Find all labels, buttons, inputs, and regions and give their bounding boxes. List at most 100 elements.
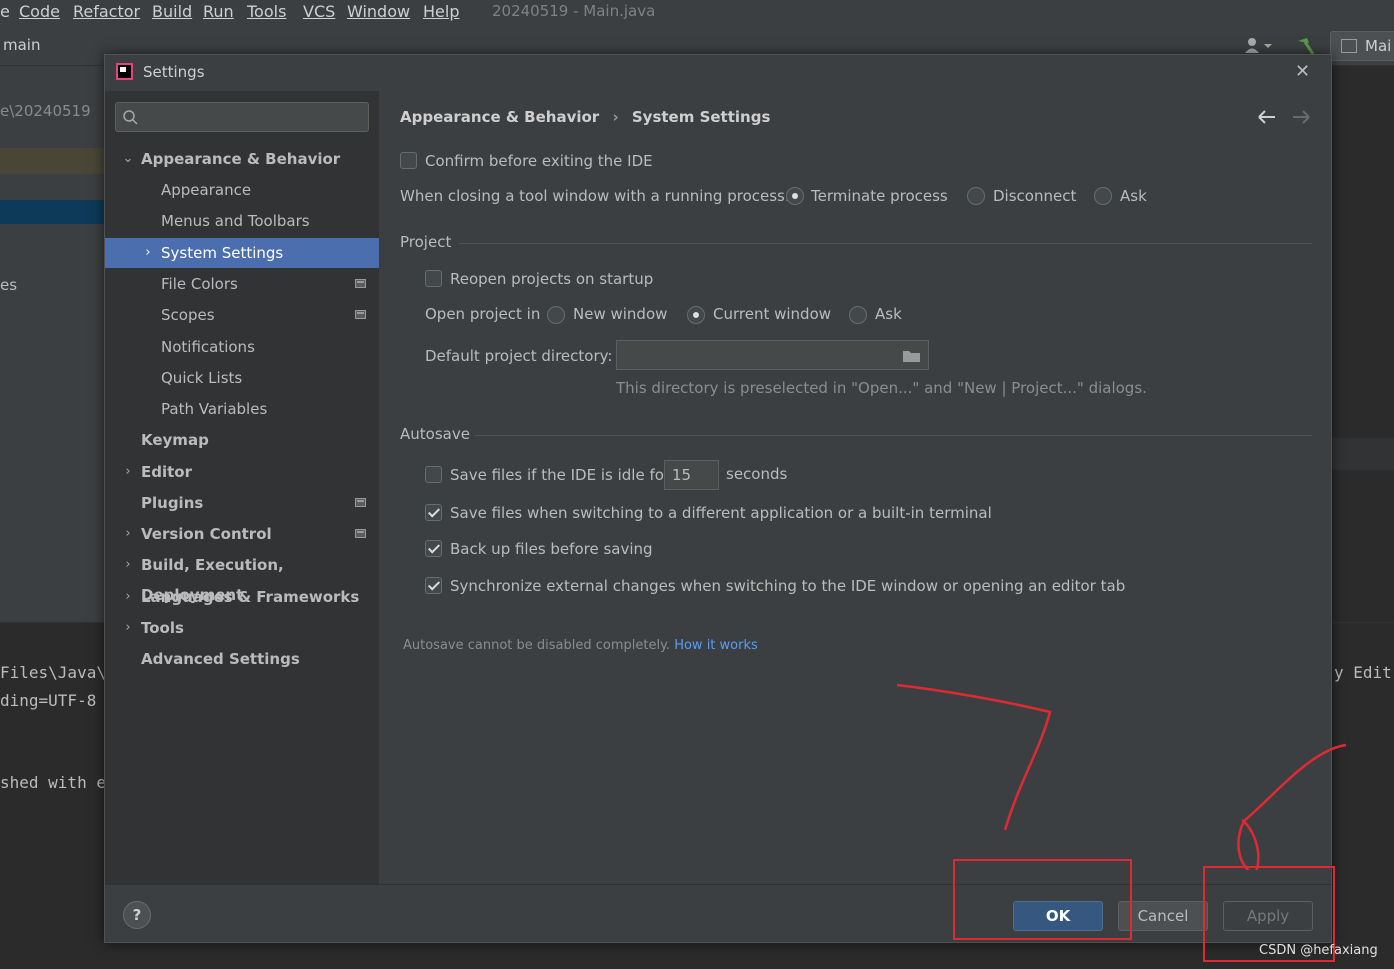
ask-open-radio[interactable] [849,306,867,324]
user-icon[interactable] [1243,36,1273,56]
ide-menubar: e Code Refactor Build Run Tools VCS Wind… [0,0,1394,24]
forward-arrow-icon[interactable] [1289,107,1313,127]
project-section-title: Project [400,233,452,251]
default-dir-label: Default project directory: [425,347,613,365]
menu-run[interactable]: Run [203,2,234,21]
idle-seconds-value: 15 [672,466,692,484]
run-config-label: Mai [1365,37,1392,55]
intellij-logo-icon [116,63,133,80]
chevron-right-icon[interactable]: › [121,519,135,549]
confirm-exit-label: Confirm before exiting the IDE [425,152,653,170]
editor-right-edge [1332,66,1394,622]
ask-open-label: Ask [875,305,902,323]
tree-path-variables[interactable]: Path Variables [105,394,379,424]
watermark-text: CSDN @hefaxiang [1259,943,1378,958]
tree-build-execution-deployment[interactable]: › Build, Execution, Deployment [105,550,379,604]
tree-languages-frameworks[interactable]: › Languages & Frameworks [105,582,379,612]
menu-build[interactable]: Build [152,2,192,21]
window-title: 20240519 - Main.java [492,2,656,20]
dialog-footer: ? OK Cancel Apply [105,884,1331,942]
help-button[interactable]: ? [123,901,151,929]
chevron-right-icon[interactable]: › [141,238,155,268]
annotation-stroke-apply [1237,743,1347,870]
seconds-label: seconds [726,465,788,483]
sync-label: Synchronize external changes when switch… [450,577,1126,595]
current-window-radio[interactable] [687,306,705,324]
closing-tool-label: When closing a tool window with a runnin… [400,187,790,205]
chevron-right-icon[interactable]: › [121,550,135,580]
annotation-strokes [896,683,1347,870]
tree-notifications[interactable]: Notifications [105,332,379,362]
menu-window[interactable]: Window [347,2,410,21]
branch-label: main [3,36,41,54]
menu-refactor[interactable]: Refactor [73,2,140,21]
chevron-right-icon[interactable]: › [121,582,135,612]
tree-version-control[interactable]: › Version Control [105,519,379,549]
dialog-title: Settings [143,63,205,81]
disconnect-radio[interactable] [967,187,985,205]
annotation-stroke-ok [896,683,1052,831]
idle-seconds-input[interactable]: 15 [664,460,719,490]
settings-sidebar: ⌄ Appearance & Behavior Appearance Menus… [105,91,379,884]
folder-icon[interactable] [902,348,922,364]
save-idle-checkbox[interactable] [425,466,442,483]
menu-help[interactable]: Help [423,2,459,21]
ask-label: Ask [1120,187,1147,205]
selected-row [0,200,104,224]
tree-appearance-behavior[interactable]: ⌄ Appearance & Behavior [105,144,379,174]
tree-editor[interactable]: › Editor [105,457,379,487]
new-window-label: New window [573,305,668,323]
tree-appearance[interactable]: Appearance [105,175,379,205]
reopen-projects-checkbox[interactable] [425,270,442,287]
dialog-titlebar[interactable]: Settings ✕ [105,55,1331,91]
backup-checkbox[interactable] [425,540,442,557]
run-config-selector[interactable]: Mai [1330,31,1394,61]
ask-radio[interactable] [1094,187,1112,205]
project-level-icon [355,529,366,538]
close-icon[interactable]: ✕ [1295,61,1310,82]
terminate-process-label: Terminate process [811,187,948,205]
confirm-exit-checkbox[interactable] [400,152,417,169]
terminate-process-radio[interactable] [786,187,804,205]
search-input[interactable] [115,102,369,132]
tree-plugins[interactable]: Plugins [105,488,379,518]
tree-quick-lists[interactable]: Quick Lists [105,363,379,393]
autosave-separator [475,435,1312,436]
current-window-label: Current window [713,305,832,323]
menu-vcs[interactable]: VCS [303,2,335,21]
tree-file-colors[interactable]: File Colors [105,269,379,299]
tree-advanced-settings[interactable]: Advanced Settings [105,644,379,674]
breadcrumb-parent[interactable]: Appearance & Behavior [400,108,599,126]
tree-keymap[interactable]: Keymap [105,425,379,455]
new-window-radio[interactable] [547,306,565,324]
ok-annotation-box [953,859,1132,940]
default-dir-hint: This directory is preselected in "Open..… [616,379,1147,397]
tree-scopes[interactable]: Scopes [105,300,379,330]
project-level-icon [355,498,366,507]
editor-band [1332,438,1394,470]
run-config-icon [1341,39,1357,53]
autosave-section-title: Autosave [400,425,470,443]
tree-system-settings[interactable]: › System Settings [105,238,379,268]
how-it-works-link[interactable]: How it works [674,638,758,653]
breadcrumb: Appearance & Behavior › System Settings [400,108,770,132]
project-path: e\20240519 [0,102,91,120]
save-switching-checkbox[interactable] [425,504,442,521]
build-hammer-icon[interactable] [1295,36,1317,56]
chevron-right-icon[interactable]: › [121,613,135,643]
chevron-down-icon[interactable]: ⌄ [121,144,135,174]
chevron-right-icon[interactable]: › [121,457,135,487]
backup-label: Back up files before saving [450,540,653,558]
menu-fragment: e [0,2,10,21]
default-dir-field[interactable] [616,340,929,370]
sync-checkbox[interactable] [425,577,442,594]
back-arrow-icon[interactable] [1255,107,1279,127]
autosave-note-text: Autosave cannot be disabled completely. [403,638,671,653]
project-level-icon [355,310,366,319]
project-fragment: es [0,276,18,294]
menu-tools[interactable]: Tools [247,2,286,21]
autosave-note: Autosave cannot be disabled completely. … [403,638,758,653]
tree-tools[interactable]: › Tools [105,613,379,643]
tree-menus-toolbars[interactable]: Menus and Toolbars [105,206,379,236]
menu-code[interactable]: Code [19,2,60,21]
